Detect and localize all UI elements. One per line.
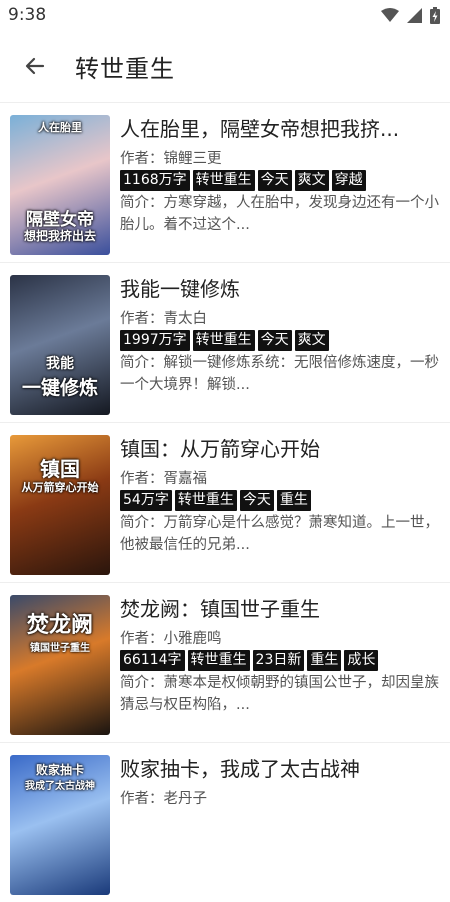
cover-title-text: 镇国	[40, 457, 80, 481]
book-tag: 转世重生	[174, 490, 237, 511]
book-tag: 54万字	[120, 490, 172, 511]
book-list-item[interactable]: 人在胎里 隔壁女帝 想把我挤出去 人在胎里，隔壁女帝想把我挤... 作者：锦鲤三更 116…	[0, 102, 450, 262]
cover-title-text: 败家抽卡	[35, 763, 84, 777]
cover-title-text: 焚龙阙	[26, 612, 93, 638]
status-icons	[381, 6, 440, 24]
book-list-item[interactable]: 我能 一键修炼 我能一键修炼 作者：青太白 1997万字 转世重生 今天 爽文 简介：解锁一键修…	[0, 262, 450, 422]
cover-title-text: 人在胎里	[38, 121, 82, 134]
book-title: 败家抽卡，我成了太古战神	[120, 757, 360, 781]
book-list-item[interactable]: 焚龙阙 镇国世子重生 焚龙阙：镇国世子重生 作者：小雅鹿鸣 66114字 转世重生 23日新…	[0, 582, 450, 742]
cover-title-text: 镇国世子重生	[30, 643, 90, 654]
book-tag: 转世重生	[192, 330, 255, 351]
arrow-left-icon	[25, 57, 45, 75]
cover-title-text: 我成了太古战神	[25, 781, 95, 792]
book-tag: 今天	[257, 170, 292, 191]
book-tag: 爽文	[294, 330, 329, 351]
book-tags: 54万字 转世重生 今天 重生	[120, 490, 442, 511]
book-summary: 简介：万箭穿心是什么感觉？萧寒知道。上一世，他被最信任的兄弟...	[120, 515, 439, 553]
book-info: 败家抽卡，我成了太古战神 作者：老丹子	[120, 755, 442, 809]
book-title: 焚龙阙：镇国世子重生	[120, 597, 320, 621]
book-author: 作者：小雅鹿鸣	[120, 631, 222, 647]
book-cover-image: 人在胎里 隔壁女帝 想把我挤出去	[10, 115, 110, 255]
signal-icon	[407, 7, 422, 23]
book-author: 作者：胥嘉福	[120, 471, 207, 487]
book-summary: 简介：解锁一键修炼系统：无限倍修炼速度，一秒一个大境界！解锁...	[120, 355, 439, 393]
cover-title-text: 想把我挤出去	[23, 229, 96, 243]
cover-title-text: 一键修炼	[21, 377, 98, 399]
book-tag: 转世重生	[192, 170, 255, 191]
cover-title-text: 从万箭穿心开始	[21, 481, 99, 494]
book-summary: 简介：萧寒本是权倾朝野的镇国公世子，却因皇族猜忌与权臣构陷，...	[120, 675, 439, 713]
page-title: 转世重生	[75, 54, 175, 83]
book-tag: 1997万字	[120, 330, 190, 351]
book-cover-image: 败家抽卡我成了太古战神	[10, 755, 110, 895]
book-info: 我能一键修炼作者：青太白 1997万字 转世重生 今天 爽文简介：解锁一键修炼系统：无限…	[120, 275, 442, 396]
book-info: 镇国：从万箭穿心开始作者：胥嘉福 54万字 转世重生 今天 重生简介：万箭穿心是什么感觉…	[120, 435, 442, 556]
book-tag: 转世重生	[187, 650, 250, 671]
book-info: 人在胎里，隔壁女帝想把我挤... 作者：锦鲤三更 1168万字 转世重生 今天 爽文 穿越简…	[120, 115, 442, 236]
book-summary: 简介：方寒穿越，人在胎中，发现身边还有一个小胎儿。着不过这个...	[120, 195, 439, 233]
book-tag: 66114字	[120, 650, 185, 671]
book-tag: 重生	[276, 490, 311, 511]
book-list-item[interactable]: 败家抽卡 我成了太古战神 败家抽卡，我成了太古战神 作者：老丹子	[0, 742, 450, 902]
book-tags: 1997万字 转世重生 今天 爽文	[120, 330, 442, 351]
book-tags: 1168万字 转世重生 今天 爽文 穿越	[120, 170, 442, 191]
book-author: 作者：锦鲤三更	[120, 151, 222, 167]
book-list: 人在胎里 隔壁女帝 想把我挤出去 人在胎里，隔壁女帝想把我挤... 作者：锦鲤三更 116…	[0, 102, 450, 902]
book-cover-image: 我能 一键修炼	[10, 275, 110, 415]
back-button[interactable]	[11, 42, 59, 90]
book-tag: 今天	[239, 490, 274, 511]
book-tag: 23日新	[252, 650, 305, 671]
book-tag: 今天	[257, 330, 292, 351]
book-title: 镇国：从万箭穿心开始	[120, 437, 320, 461]
app-bar: 转世重生	[0, 30, 450, 102]
book-title: 我能一键修炼	[120, 277, 240, 301]
battery-charging-icon	[430, 6, 440, 24]
status-bar: 9:38	[0, 0, 450, 30]
book-info: 焚龙阙：镇国世子重生作者：小雅鹿鸣 66114字 转世重生 23日新 重生 成长简介：萧寒…	[120, 595, 442, 716]
book-tag: 穿越	[331, 170, 366, 191]
status-time: 9:38	[8, 5, 47, 25]
book-tags: 66114字 转世重生 23日新 重生 成长	[120, 650, 442, 671]
cover-title-text: 我能	[46, 356, 74, 372]
book-cover-image: 焚龙阙 镇国世子重生	[10, 595, 110, 735]
book-tag: 爽文	[294, 170, 329, 191]
book-author: 作者：青太白	[120, 311, 207, 327]
wifi-icon	[381, 8, 399, 22]
book-tag: 成长	[344, 650, 379, 671]
book-cover-image: 镇国 从万箭穿心开始	[10, 435, 110, 575]
book-tag: 1168万字	[120, 170, 190, 191]
book-title: 人在胎里，隔壁女帝想把我挤...	[120, 117, 400, 141]
book-list-item[interactable]: 镇国 从万箭穿心开始 镇国：从万箭穿心开始 作者：胥嘉福 54万字 转世重生 今天 重生 简介：…	[0, 422, 450, 582]
book-tag: 重生	[307, 650, 342, 671]
